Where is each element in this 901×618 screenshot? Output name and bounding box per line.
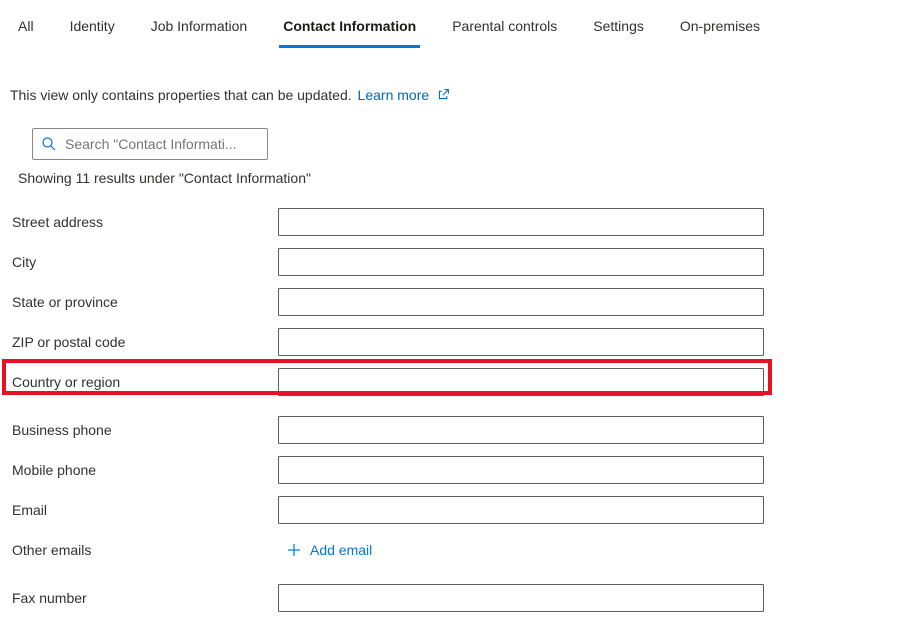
input-fax[interactable] bbox=[278, 584, 764, 612]
label-email: Email bbox=[12, 502, 278, 518]
results-count: Showing 11 results under "Contact Inform… bbox=[0, 160, 901, 186]
row-zip: ZIP or postal code bbox=[12, 322, 889, 362]
plus-icon bbox=[286, 542, 302, 558]
info-text: This view only contains properties that … bbox=[10, 87, 352, 103]
input-mobile-phone[interactable] bbox=[278, 456, 764, 484]
label-city: City bbox=[12, 254, 278, 270]
row-business-phone: Business phone bbox=[12, 410, 889, 450]
input-email[interactable] bbox=[278, 496, 764, 524]
row-other-emails: Other emails Add email bbox=[12, 530, 889, 570]
label-other-emails: Other emails bbox=[12, 542, 278, 558]
tab-identity[interactable]: Identity bbox=[66, 8, 119, 48]
row-email: Email bbox=[12, 490, 889, 530]
input-street-address[interactable] bbox=[278, 208, 764, 236]
row-fax: Fax number bbox=[12, 578, 889, 618]
label-fax: Fax number bbox=[12, 590, 278, 606]
tab-all[interactable]: All bbox=[14, 8, 38, 48]
input-country[interactable] bbox=[278, 368, 764, 396]
row-street-address: Street address bbox=[12, 202, 889, 242]
add-email-button[interactable]: Add email bbox=[278, 530, 372, 570]
search-box[interactable] bbox=[32, 128, 268, 160]
label-state: State or province bbox=[12, 294, 278, 310]
label-business-phone: Business phone bbox=[12, 422, 278, 438]
input-state[interactable] bbox=[278, 288, 764, 316]
search-input[interactable] bbox=[65, 136, 259, 152]
input-business-phone[interactable] bbox=[278, 416, 764, 444]
row-state: State or province bbox=[12, 282, 889, 322]
input-city[interactable] bbox=[278, 248, 764, 276]
form-area: Street address City State or province ZI… bbox=[0, 186, 901, 618]
tab-parental-controls[interactable]: Parental controls bbox=[448, 8, 561, 48]
learn-more-link[interactable]: Learn more bbox=[358, 87, 450, 103]
add-email-label: Add email bbox=[310, 542, 372, 558]
label-mobile-phone: Mobile phone bbox=[12, 462, 278, 478]
input-zip[interactable] bbox=[278, 328, 764, 356]
row-mobile-phone: Mobile phone bbox=[12, 450, 889, 490]
tab-on-premises[interactable]: On-premises bbox=[676, 8, 764, 48]
row-city: City bbox=[12, 242, 889, 282]
row-country: Country or region bbox=[12, 362, 889, 402]
label-zip: ZIP or postal code bbox=[12, 334, 278, 350]
tab-contact-information[interactable]: Contact Information bbox=[279, 8, 420, 48]
label-country: Country or region bbox=[12, 374, 278, 390]
search-icon bbox=[41, 136, 57, 152]
tab-settings[interactable]: Settings bbox=[589, 8, 648, 48]
tab-job-information[interactable]: Job Information bbox=[147, 8, 252, 48]
external-link-icon bbox=[437, 88, 450, 104]
label-street-address: Street address bbox=[12, 214, 278, 230]
tab-bar: All Identity Job Information Contact Inf… bbox=[0, 0, 901, 49]
info-bar: This view only contains properties that … bbox=[0, 49, 901, 104]
